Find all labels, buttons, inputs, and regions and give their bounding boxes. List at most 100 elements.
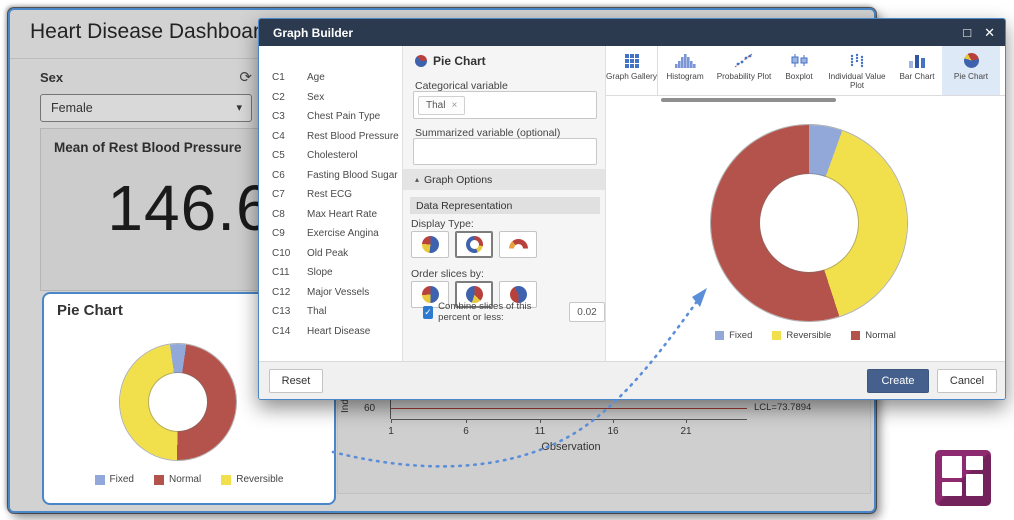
column-list: C1AgeC2SexC3Chest Pain TypeC4Rest Blood … xyxy=(259,46,402,361)
dialog-title: Graph Builder xyxy=(273,26,353,40)
column-row[interactable]: C7Rest ECG xyxy=(259,185,402,205)
refresh-icon[interactable]: ⟳ xyxy=(239,70,252,85)
graph-preview-area: Graph Gallery Histogram Probability Plot xyxy=(606,46,1005,361)
categorical-variable-input[interactable]: Thal × xyxy=(413,91,597,119)
pie-chart-icon xyxy=(964,52,979,68)
dialog-titlebar[interactable]: Graph Builder □ ✕ xyxy=(259,19,1005,46)
legend-swatch xyxy=(154,475,164,485)
lcl-line xyxy=(391,408,747,409)
pie-icon xyxy=(422,236,439,253)
individual-value-plot-icon xyxy=(848,52,866,68)
gallery-item-probability-plot[interactable]: Probability Plot xyxy=(712,46,776,95)
column-row[interactable]: C11Slope xyxy=(259,263,402,283)
gallery-scrollbar[interactable] xyxy=(661,98,836,102)
gallery-item-pie-chart[interactable]: Pie Chart xyxy=(942,46,1000,95)
combine-percent-input[interactable] xyxy=(569,302,605,322)
legend-item: Reversible xyxy=(221,474,283,485)
donut-hole xyxy=(760,174,858,272)
sex-dropdown-value: Female xyxy=(51,101,93,115)
gallery-item-graph-gallery[interactable]: Graph Gallery xyxy=(606,46,658,95)
column-row[interactable]: C14Heart Disease xyxy=(259,322,402,342)
column-row[interactable]: C12Major Vessels xyxy=(259,283,402,303)
variable-chip[interactable]: Thal × xyxy=(418,96,465,115)
gallery-item-histogram[interactable]: Histogram xyxy=(658,46,712,95)
x-tick-mark xyxy=(466,419,467,423)
gallery-item-bar-chart[interactable]: Bar Chart xyxy=(892,46,942,95)
x-tick-label: 1 xyxy=(381,426,401,437)
pie-chart-icon xyxy=(415,55,427,67)
legend-swatch xyxy=(851,331,860,340)
column-row[interactable]: C4Rest Blood Pressure xyxy=(259,127,402,147)
donut-icon xyxy=(466,236,483,253)
sex-dropdown[interactable]: Female ▾ xyxy=(40,94,252,122)
data-representation-header: Data Representation xyxy=(410,197,600,214)
gallery-item-boxplot[interactable]: Boxplot xyxy=(776,46,822,95)
graph-options-section[interactable]: ▴ Graph Options xyxy=(403,169,605,190)
reset-button[interactable]: Reset xyxy=(269,369,323,393)
order-slices-label: Order slices by: xyxy=(411,268,484,280)
summarized-variable-input[interactable] xyxy=(413,138,597,165)
legend-item: Normal xyxy=(154,474,201,485)
combine-slices-row: ✓ Combine slices of this percent or less… xyxy=(423,301,605,323)
collapse-icon: ▴ xyxy=(415,175,419,184)
legend-item: Fixed xyxy=(95,474,134,485)
preview-donut-chart xyxy=(711,125,907,321)
combine-checkbox[interactable]: ✓ xyxy=(423,306,433,319)
x-tick-label: 21 xyxy=(676,426,696,437)
caret-down-icon: ▾ xyxy=(236,101,242,114)
half-donut-icon xyxy=(509,239,528,250)
grid-icon xyxy=(625,52,639,68)
column-row[interactable]: C3Chest Pain Type xyxy=(259,107,402,127)
dashboard-donut-legend: Fixed Normal Reversible xyxy=(44,474,334,485)
control-chart-x-axis xyxy=(391,419,747,420)
gallery-item-individual-value-plot[interactable]: Individual Value Plot xyxy=(822,46,892,95)
dashboard-donut-chart xyxy=(120,344,236,460)
x-tick-label: 16 xyxy=(603,426,623,437)
display-type-donut-button[interactable] xyxy=(455,231,493,258)
column-row[interactable]: C6Fasting Blood Sugar xyxy=(259,166,402,186)
legend-swatch xyxy=(221,475,231,485)
lcl-label: LCL=73.7894 xyxy=(754,402,811,413)
legend-swatch xyxy=(95,475,105,485)
column-row[interactable]: C13Thal xyxy=(259,302,402,322)
page-title: Heart Disease Dashboard xyxy=(30,20,272,44)
x-tick-label: 11 xyxy=(530,426,550,437)
column-row[interactable]: C10Old Peak xyxy=(259,244,402,264)
column-row[interactable]: C1Age xyxy=(259,68,402,88)
x-tick-mark xyxy=(613,419,614,423)
graph-gallery-toolbar: Graph Gallery Histogram Probability Plot xyxy=(606,46,1005,96)
display-type-label: Display Type: xyxy=(411,218,474,230)
sex-filter: Sex ⟳ Female ▾ xyxy=(40,66,252,122)
legend-swatch xyxy=(715,331,724,340)
legend-swatch xyxy=(772,331,781,340)
donut-hole xyxy=(149,373,207,431)
gallery-item-scatterplot[interactable]: Scatterplot xyxy=(1000,46,1005,95)
column-row[interactable]: C5Cholesterol xyxy=(259,146,402,166)
app-logo xyxy=(935,450,991,506)
column-row[interactable]: C2Sex xyxy=(259,88,402,108)
preview-donut-legend: Fixed Reversible Normal xyxy=(606,330,1005,341)
bar-chart-icon xyxy=(907,52,927,68)
x-tick-mark xyxy=(391,419,392,423)
x-tick-mark xyxy=(686,419,687,423)
boxplot-icon xyxy=(789,52,809,68)
control-chart-x-axis-label: Observation xyxy=(506,441,636,453)
control-chart-y-tick: 60 xyxy=(364,403,375,414)
probability-plot-icon xyxy=(734,52,754,68)
maximize-icon[interactable]: □ xyxy=(963,26,971,39)
legend-item: Normal xyxy=(851,330,896,341)
create-button[interactable]: Create xyxy=(867,369,929,393)
filter-label: Sex xyxy=(40,70,63,85)
column-row[interactable]: C9Exercise Angina xyxy=(259,224,402,244)
combine-label: Combine slices of this percent or less: xyxy=(438,301,564,323)
settings-header: Pie Chart xyxy=(415,54,486,68)
x-tick-mark xyxy=(540,419,541,423)
display-type-pie-button[interactable] xyxy=(411,231,449,258)
cancel-button[interactable]: Cancel xyxy=(937,369,997,393)
chip-remove-icon[interactable]: × xyxy=(451,100,457,111)
close-icon[interactable]: ✕ xyxy=(984,26,995,39)
histogram-icon xyxy=(673,52,697,68)
column-row[interactable]: C8Max Heart Rate xyxy=(259,205,402,225)
legend-item: Fixed xyxy=(715,330,752,341)
display-type-arc-button[interactable] xyxy=(499,231,537,258)
